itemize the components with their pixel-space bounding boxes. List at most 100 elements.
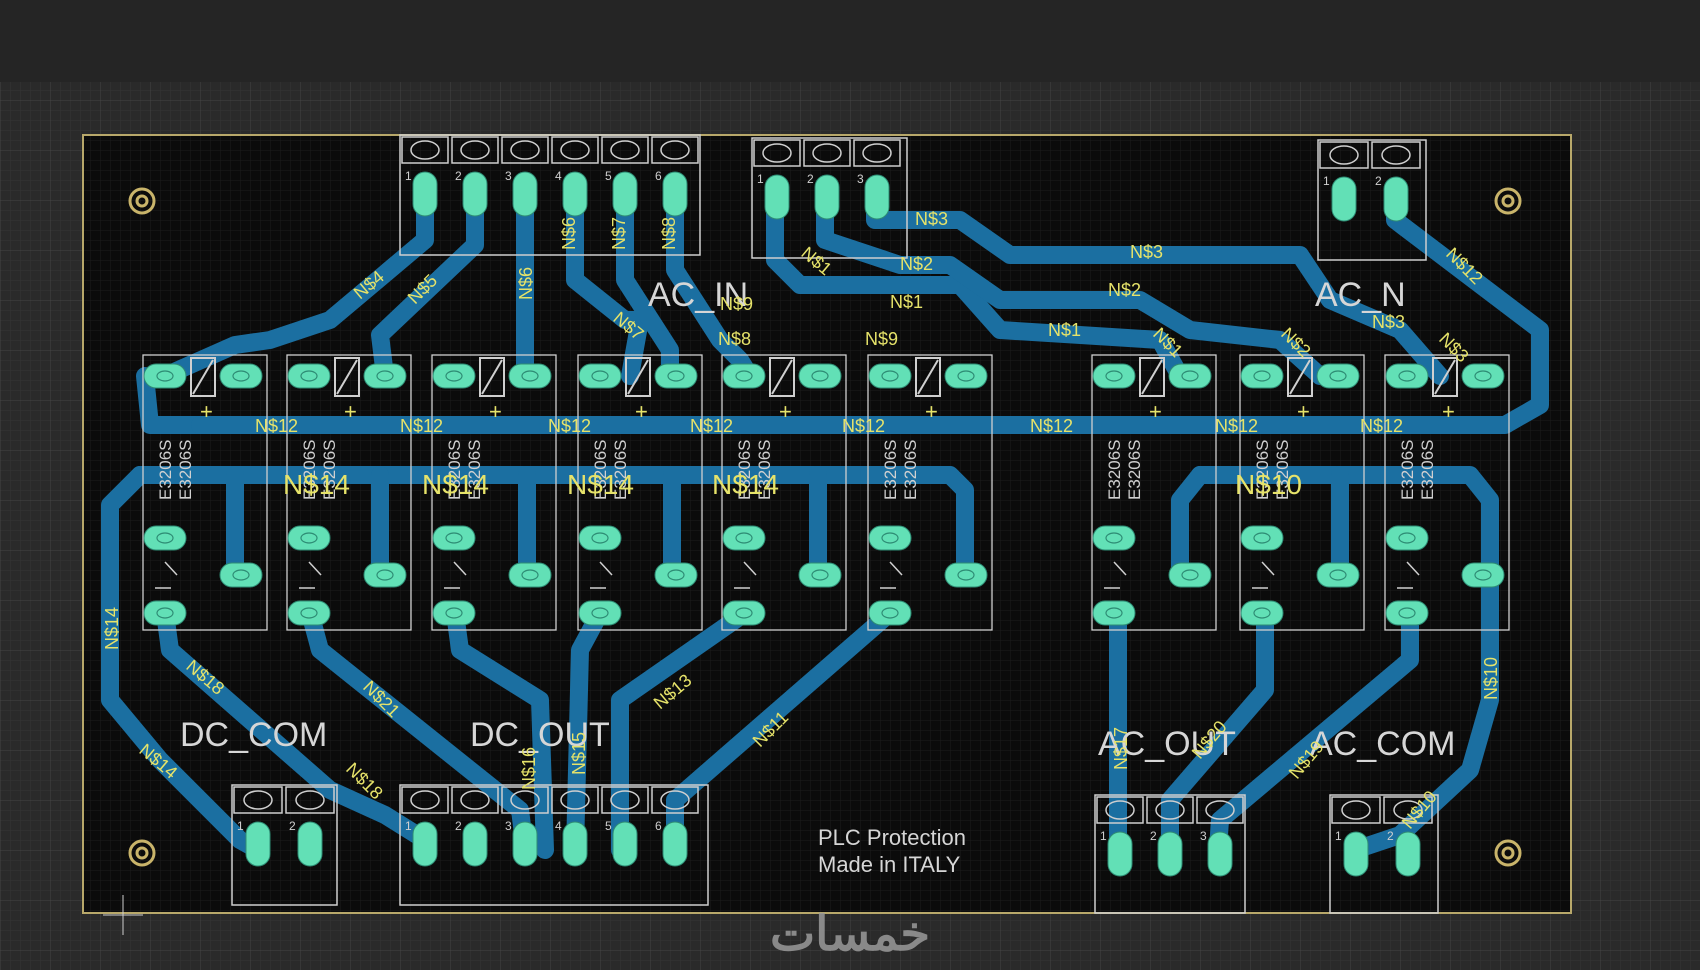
relay-pad[interactable] (1092, 525, 1136, 551)
relay-pad[interactable] (798, 363, 842, 389)
credit-line-2: Made in ITALY (818, 852, 961, 877)
relay-pad[interactable] (722, 525, 766, 551)
relay-pad[interactable] (1316, 363, 1360, 389)
relay-pad[interactable] (1385, 600, 1429, 626)
net-label: N$2 (900, 254, 933, 274)
relay-pad[interactable] (798, 562, 842, 588)
net-label: N$3 (1372, 312, 1405, 332)
pin-number: 3 (505, 819, 512, 833)
relay-pad[interactable] (287, 525, 331, 551)
relay-pad[interactable] (363, 562, 407, 588)
pin-number: 5 (605, 169, 612, 183)
pin-number: 1 (405, 169, 412, 183)
pin-number: 1 (405, 819, 412, 833)
pin-number: 5 (605, 819, 612, 833)
relay-pad[interactable] (1385, 363, 1429, 389)
window-top-bar (0, 0, 1700, 82)
relay-pad[interactable] (1092, 363, 1136, 389)
relay-pad[interactable] (143, 363, 187, 389)
relay-pad[interactable] (1316, 562, 1360, 588)
relay-pad[interactable] (508, 562, 552, 588)
relay-pad[interactable] (432, 600, 476, 626)
net-label: N$14 (422, 469, 489, 500)
relay-pad[interactable] (722, 600, 766, 626)
relay-pad[interactable] (432, 525, 476, 551)
relay-pad[interactable] (219, 363, 263, 389)
relay-pad[interactable] (944, 363, 988, 389)
pin-number: 2 (1375, 174, 1382, 188)
relay-polarity-mark: + (1297, 399, 1310, 424)
relay-part-label: E3206S (1398, 440, 1417, 501)
relay-pad[interactable] (654, 562, 698, 588)
relay-pad[interactable] (1240, 363, 1284, 389)
net-label: N$12 (255, 416, 298, 436)
pin-number: 6 (655, 169, 662, 183)
credit-line-1: PLC Protection (818, 825, 966, 850)
relay-part-label: E3206S (176, 440, 195, 501)
pin-number: 1 (1100, 829, 1107, 843)
relay-part-label: E3206S (881, 440, 900, 501)
pin-number: 2 (289, 819, 296, 833)
net-label: N$14 (283, 469, 350, 500)
relay-pad[interactable] (143, 525, 187, 551)
relay-pad[interactable] (432, 363, 476, 389)
relay-pad[interactable] (654, 363, 698, 389)
net-label: N$14 (102, 607, 122, 650)
net-label: N$1 (890, 292, 923, 312)
relay-polarity-mark: + (344, 399, 357, 424)
relay-pad[interactable] (722, 363, 766, 389)
pin-number: 3 (505, 169, 512, 183)
pin-number: 2 (455, 169, 462, 183)
relay-pad[interactable] (578, 525, 622, 551)
silk-dc-com: DC_COM (180, 716, 327, 754)
relay-pad[interactable] (868, 363, 912, 389)
relay-pad[interactable] (1385, 525, 1429, 551)
relay-pad[interactable] (508, 363, 552, 389)
net-label: N$3 (1130, 242, 1163, 262)
relay-pad[interactable] (1461, 363, 1505, 389)
net-label: N$8 (718, 329, 751, 349)
relay-polarity-mark: + (200, 399, 213, 424)
relay-pad[interactable] (578, 600, 622, 626)
relay-pad[interactable] (868, 525, 912, 551)
relay-pad[interactable] (219, 562, 263, 588)
net-label: N$8 (659, 217, 679, 250)
net-label: N$16 (519, 747, 539, 790)
pin-number: 1 (1335, 829, 1342, 843)
net-label: N$14 (567, 469, 634, 500)
net-label: N$10 (1235, 469, 1302, 500)
relay-polarity-mark: + (1149, 399, 1162, 424)
relay-part-label: E3206S (1418, 440, 1437, 501)
pin-number: 6 (655, 819, 662, 833)
net-label: N$9 (720, 294, 753, 314)
net-label: N$1 (1048, 320, 1081, 340)
relay-pad[interactable] (578, 363, 622, 389)
relay-pad[interactable] (1240, 525, 1284, 551)
pin-number: 4 (555, 169, 562, 183)
net-label: N$14 (712, 469, 779, 500)
net-label: N$2 (1108, 280, 1141, 300)
net-label: N$12 (842, 416, 885, 436)
relay-polarity-mark: + (779, 399, 792, 424)
relay-pad[interactable] (287, 600, 331, 626)
pin-number: 3 (857, 172, 864, 186)
pin-number: 4 (555, 819, 562, 833)
relay-pad[interactable] (1092, 600, 1136, 626)
relay-pad[interactable] (1240, 600, 1284, 626)
relay-pad[interactable] (868, 600, 912, 626)
relay-part-label: E3206S (901, 440, 920, 501)
pin-number: 3 (1200, 829, 1207, 843)
net-label: N$12 (1215, 416, 1258, 436)
relay-part-label: E3206S (1105, 440, 1124, 501)
relay-pad[interactable] (1461, 562, 1505, 588)
relay-pad[interactable] (1168, 363, 1212, 389)
relay-pad[interactable] (944, 562, 988, 588)
relay-polarity-mark: + (635, 399, 648, 424)
relay-pad[interactable] (287, 363, 331, 389)
watermark-logo: خمسات (770, 908, 930, 961)
relay-pad[interactable] (363, 363, 407, 389)
relay-polarity-mark: + (489, 399, 502, 424)
relay-pad[interactable] (1168, 562, 1212, 588)
pcb-canvas[interactable]: 1 2 3 4 5 6 1 2 3 1 2 1 2 1 2 3 4 5 6 1 … (0, 82, 1700, 970)
relay-pad[interactable] (143, 600, 187, 626)
